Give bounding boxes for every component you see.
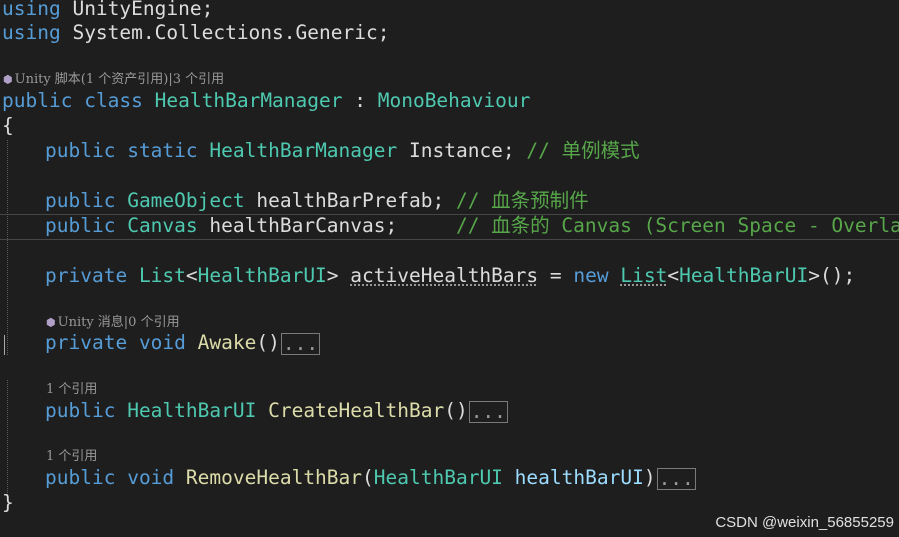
code-editor[interactable]: using UnityEngine; using System.Collecti… (0, 0, 899, 537)
code-line-prefab-field[interactable]: public GameObject healthBarPrefab; // 血条… (45, 189, 589, 213)
code-line-class-declaration[interactable]: public class HealthBarManager : MonoBeha… (2, 89, 530, 113)
unity-cube-icon: ⬢ (46, 316, 56, 329)
unity-cube-icon: ⬢ (3, 73, 13, 86)
code-line-close-brace[interactable]: } (2, 491, 14, 515)
codelens-class-references[interactable]: ⬢ Unity 脚本(1 个资产引用)|3 个引用 (3, 72, 224, 88)
code-line-open-brace[interactable]: { (2, 114, 14, 138)
code-line-awake-method[interactable]: private void Awake()... (45, 331, 321, 355)
code-line-instance-field[interactable]: public static HealthBarManager Instance;… (45, 139, 640, 163)
collapsed-region-button[interactable]: ... (280, 332, 321, 355)
codelens-awake-references[interactable]: ⬢ Unity 消息|0 个引用 (46, 315, 180, 331)
collapsed-region-button[interactable]: ... (468, 400, 508, 423)
indent-guide (7, 140, 8, 355)
codelens-create-references[interactable]: 1 个引用 (46, 382, 97, 398)
code-line-active-list-field[interactable]: private List<HealthBarUI> activeHealthBa… (45, 264, 855, 288)
code-line-using-unityengine[interactable]: using UnityEngine; (2, 0, 213, 21)
text-cursor (4, 335, 5, 355)
codelens-remove-references[interactable]: 1 个引用 (46, 449, 97, 465)
collapsed-region-button[interactable]: ... (656, 467, 696, 490)
watermark-text: CSDN @weixin_56855259 (715, 514, 894, 531)
indent-guide-lower (7, 380, 8, 495)
code-line-using-generic[interactable]: using System.Collections.Generic; (2, 21, 389, 45)
code-line-canvas-field[interactable]: public Canvas healthBarCanvas; // 血条的 Ca… (45, 214, 899, 238)
code-line-create-method[interactable]: public HealthBarUI CreateHealthBar()... (45, 399, 508, 423)
code-line-remove-method[interactable]: public void RemoveHealthBar(HealthBarUI … (45, 466, 696, 490)
